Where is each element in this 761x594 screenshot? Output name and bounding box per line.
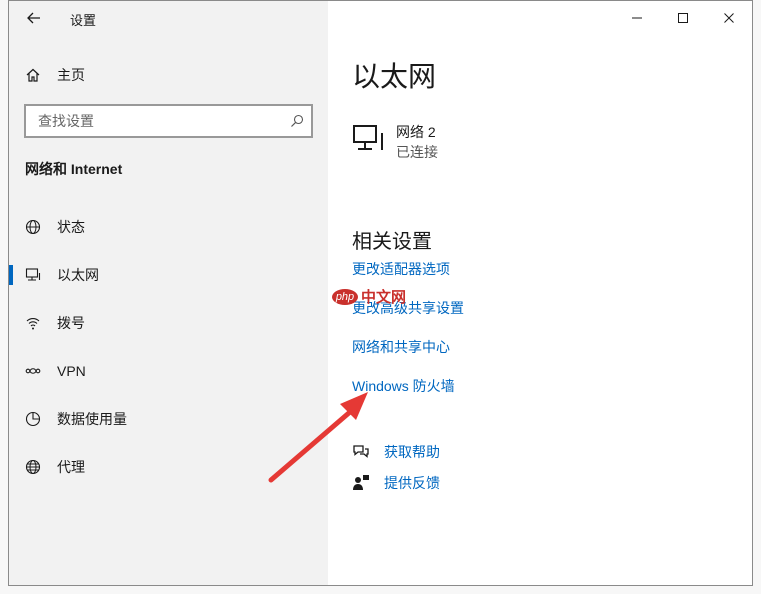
minimize-button[interactable] [614, 1, 660, 35]
ethernet-network-icon [353, 125, 383, 150]
close-icon [724, 13, 734, 23]
active-indicator [9, 265, 13, 285]
network-status: 已连接 [396, 144, 438, 160]
search-icon[interactable] [290, 114, 304, 128]
watermark-text: 中文网 [361, 289, 407, 306]
sidebar-item-label: 拨号 [57, 315, 85, 331]
get-help-link[interactable]: 获取帮助 [352, 442, 440, 462]
network-name: 网络 2 [396, 124, 436, 140]
link-network-sharing-center[interactable]: 网络和共享中心 [352, 337, 450, 357]
home-label: 主页 [57, 67, 85, 83]
app-title: 设置 [70, 13, 97, 28]
search-input[interactable] [36, 112, 280, 130]
give-feedback-link[interactable]: 提供反馈 [352, 473, 440, 493]
get-help-label: 获取帮助 [384, 444, 440, 460]
sidebar: 设置 主页 网络和 Internet 状态 [9, 1, 328, 585]
data-usage-icon [25, 411, 41, 427]
section-title: 网络和 Internet [25, 161, 123, 177]
home-icon [26, 68, 40, 82]
dialup-icon [26, 317, 40, 330]
sidebar-item-label: 以太网 [57, 267, 99, 283]
sidebar-item-label: VPN [57, 363, 86, 379]
give-feedback-label: 提供反馈 [384, 475, 440, 491]
maximize-icon [678, 13, 688, 23]
sidebar-item-label: 数据使用量 [57, 411, 127, 427]
sidebar-item-label: 状态 [57, 219, 85, 235]
sidebar-item-dialup[interactable]: 拨号 [9, 303, 328, 343]
help-chat-icon [353, 445, 369, 458]
proxy-globe-icon [25, 459, 41, 475]
related-settings-title: 相关设置 [352, 231, 432, 253]
vpn-icon [25, 368, 41, 374]
sidebar-item-status[interactable]: 状态 [9, 207, 328, 247]
page-title: 以太网 [352, 61, 437, 92]
link-change-adapter-options[interactable]: 更改适配器选项 [352, 259, 450, 279]
maximize-button[interactable] [660, 1, 706, 35]
feedback-icon [353, 475, 369, 490]
sidebar-item-vpn[interactable]: VPN [9, 351, 328, 391]
back-button[interactable] [21, 5, 47, 31]
search-box[interactable] [24, 104, 313, 138]
globe-status-icon [25, 219, 41, 235]
close-button[interactable] [706, 1, 752, 35]
back-arrow-icon [27, 12, 40, 24]
sidebar-item-ethernet[interactable]: 以太网 [9, 255, 328, 295]
ethernet-icon [25, 268, 41, 281]
watermark-badge: php [332, 288, 358, 305]
watermark: php 中文网 [332, 286, 406, 307]
sidebar-item-home[interactable]: 主页 [9, 57, 328, 93]
link-windows-firewall[interactable]: Windows 防火墙 [352, 376, 455, 396]
sidebar-item-proxy[interactable]: 代理 [9, 447, 328, 487]
sidebar-item-label: 代理 [57, 459, 85, 475]
sidebar-item-data-usage[interactable]: 数据使用量 [9, 399, 328, 439]
minimize-icon [632, 17, 642, 19]
